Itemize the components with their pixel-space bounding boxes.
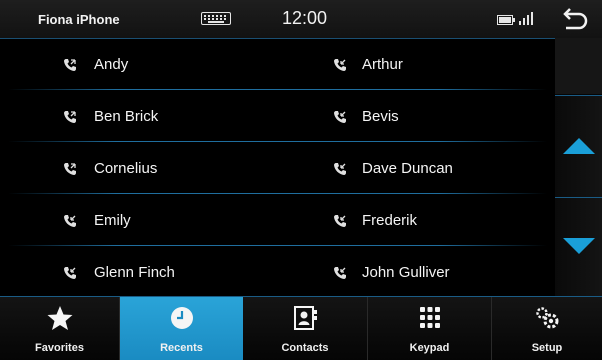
contact-item[interactable]: Cornelius xyxy=(0,142,278,194)
tab-label: Recents xyxy=(160,342,203,354)
star-icon xyxy=(47,306,72,330)
tab-bar: Favorites Recents Contacts Keypad Setup xyxy=(0,296,602,360)
contact-name: John Gulliver xyxy=(362,264,450,281)
scroll-down-button[interactable] xyxy=(555,197,602,297)
phone-icon xyxy=(334,163,346,175)
tab-setup[interactable]: Setup xyxy=(492,297,602,360)
status-bar: Fiona iPhone 12:00 xyxy=(0,0,602,39)
phone-icon xyxy=(334,215,346,227)
scroll-panel-header xyxy=(555,38,602,94)
battery-icon xyxy=(497,15,515,25)
contact-name: Dave Duncan xyxy=(362,160,453,177)
list-row: Emily Frederik xyxy=(0,194,555,246)
clock: 12:00 xyxy=(282,8,328,28)
contact-name: Glenn Finch xyxy=(94,264,175,281)
contact-item[interactable]: Bevis xyxy=(278,90,556,142)
contact-item[interactable]: Ben Brick xyxy=(0,90,278,142)
tab-label: Favorites xyxy=(35,342,84,354)
clock-icon xyxy=(170,307,193,329)
contact-name: Ben Brick xyxy=(94,108,159,125)
recents-list: Andy Arthur Ben Brick Bevis Cornelius Da… xyxy=(0,38,555,298)
phone-icon xyxy=(334,59,346,71)
phone-icon xyxy=(64,267,76,279)
phone-icon xyxy=(334,111,346,123)
list-row: Glenn Finch John Gulliver xyxy=(0,246,555,298)
list-row: Cornelius Dave Duncan xyxy=(0,142,555,194)
scroll-panel xyxy=(555,38,602,297)
contact-name: Emily xyxy=(94,212,131,229)
contact-name: Arthur xyxy=(362,56,403,73)
contact-name: Frederik xyxy=(362,212,418,229)
phone-icon xyxy=(64,111,76,123)
signal-icon xyxy=(519,12,533,25)
phone-icon xyxy=(334,267,346,279)
contact-item[interactable]: Dave Duncan xyxy=(278,142,556,194)
keyboard-icon[interactable] xyxy=(201,12,231,25)
contact-item[interactable]: Emily xyxy=(0,194,278,246)
contact-card-icon xyxy=(294,306,317,330)
tab-favorites[interactable]: Favorites xyxy=(0,297,120,360)
phone-icon xyxy=(64,163,76,175)
arrow-down-icon xyxy=(563,238,595,254)
back-button[interactable] xyxy=(557,5,591,35)
tab-recents[interactable]: Recents xyxy=(120,297,243,360)
contact-item[interactable]: John Gulliver xyxy=(278,246,556,298)
tab-contacts[interactable]: Contacts xyxy=(243,297,368,360)
list-row: Ben Brick Bevis xyxy=(0,90,555,142)
contact-name: Cornelius xyxy=(94,160,158,177)
contact-item[interactable]: Andy xyxy=(0,38,278,90)
tab-label: Setup xyxy=(531,342,563,354)
phone-icon xyxy=(64,215,76,227)
device-name: Fiona iPhone xyxy=(38,12,120,27)
contact-name: Andy xyxy=(94,56,129,73)
tab-keypad[interactable]: Keypad xyxy=(368,297,492,360)
contact-item[interactable]: Glenn Finch xyxy=(0,246,278,298)
list-row: Andy Arthur xyxy=(0,38,555,90)
arrow-up-icon xyxy=(563,138,595,154)
tab-label: Keypad xyxy=(409,342,450,354)
contact-item[interactable]: Arthur xyxy=(278,38,556,90)
contact-name: Bevis xyxy=(362,108,399,125)
contact-item[interactable]: Frederik xyxy=(278,194,556,246)
tab-label: Contacts xyxy=(281,342,329,354)
keypad-icon xyxy=(419,307,440,328)
scroll-up-button[interactable] xyxy=(555,95,602,197)
gears-icon xyxy=(536,307,559,329)
phone-icon xyxy=(64,59,76,71)
